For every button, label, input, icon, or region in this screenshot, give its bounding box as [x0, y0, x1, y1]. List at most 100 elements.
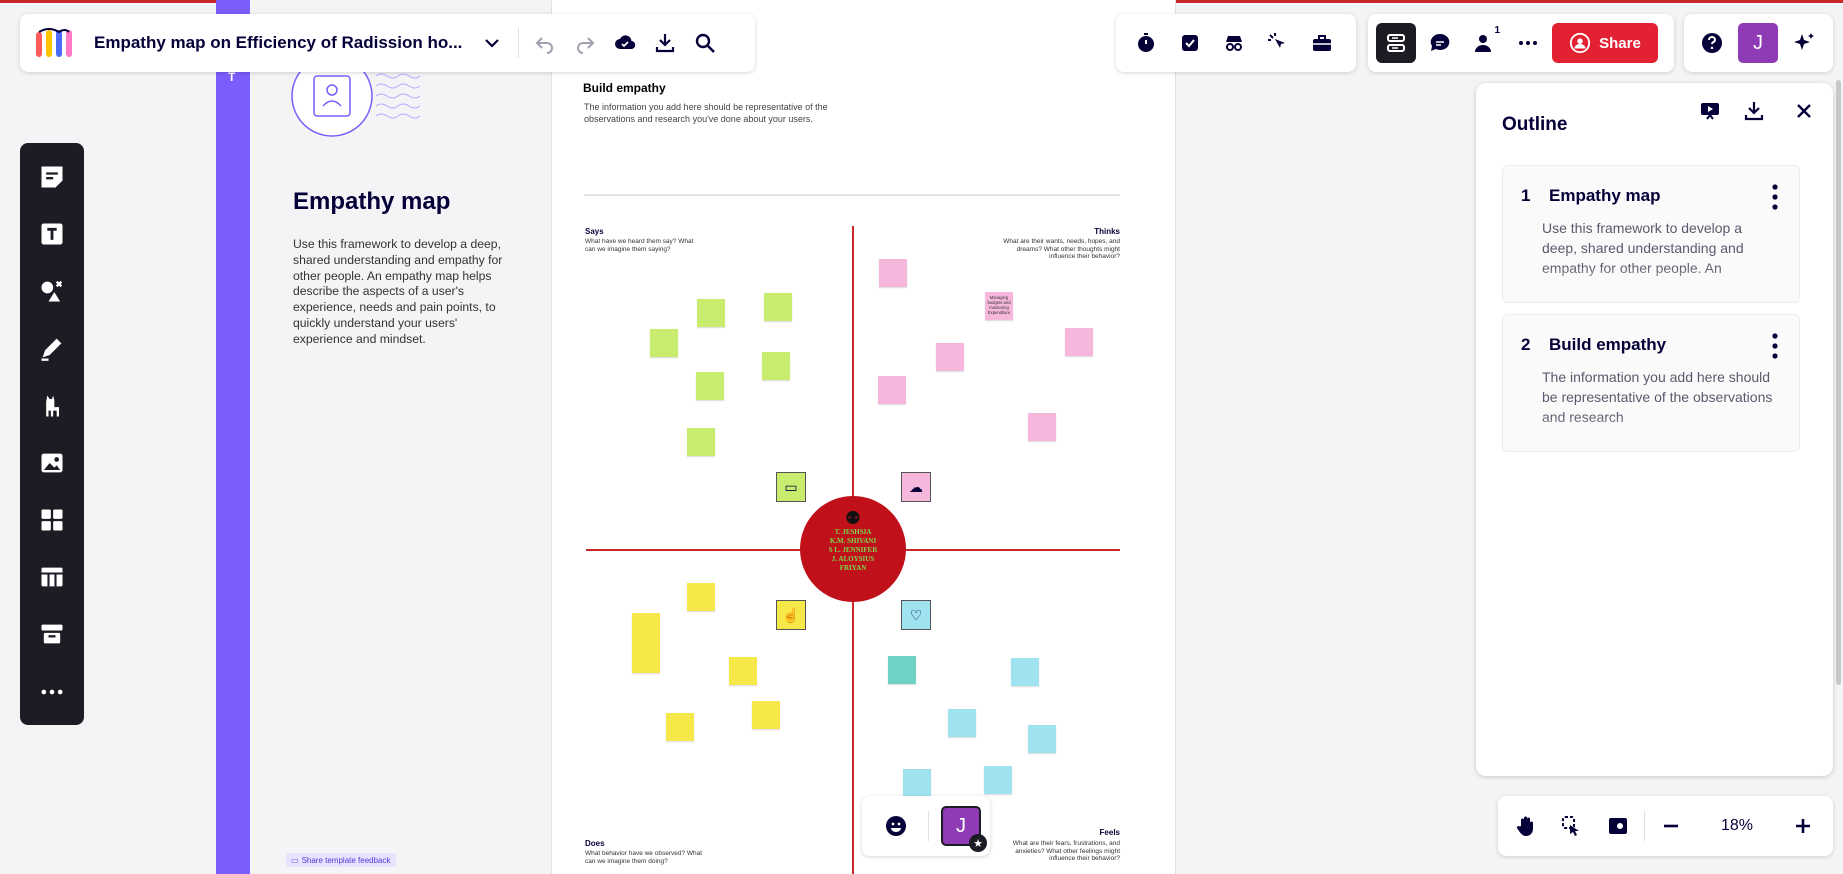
share-label: Share	[1599, 34, 1641, 52]
collaborators-icon[interactable]: 1	[1464, 23, 1504, 63]
outline-panel-icon[interactable]	[1376, 23, 1416, 63]
template-strip-letter: T	[228, 70, 236, 84]
image-upload-icon[interactable]	[28, 439, 76, 487]
board-menu-chevron-icon[interactable]	[472, 23, 512, 63]
ai-sparkle-icon[interactable]	[1784, 23, 1824, 63]
zoom-level[interactable]: 18%	[1697, 817, 1777, 835]
comments-icon[interactable]	[1420, 23, 1460, 63]
item-options-icon[interactable]	[1771, 333, 1779, 359]
more-options-icon[interactable]	[1508, 23, 1548, 63]
table-tool-icon[interactable]	[28, 553, 76, 601]
says-question: What have we heard them say? What can we…	[585, 238, 694, 253]
sticky-note[interactable]	[632, 613, 660, 673]
sticky-note[interactable]	[888, 656, 916, 684]
sticky-note[interactable]	[650, 329, 678, 357]
shapes-tool-icon[interactable]	[28, 267, 76, 315]
attention-cursor-icon[interactable]	[1258, 23, 1298, 63]
thinks-title: Thinks	[1094, 227, 1120, 236]
board-header: Empathy map on Efficiency of Radission h…	[20, 14, 755, 72]
sticky-note[interactable]	[1028, 725, 1056, 753]
zoom-controls: 18%	[1498, 796, 1833, 856]
template-title: Empathy map	[293, 188, 451, 215]
sticky-note[interactable]	[687, 428, 715, 456]
persona-name-4: J. ALOYSIUS	[831, 555, 875, 563]
redo-icon[interactable]	[565, 23, 605, 63]
says-title: Says	[585, 227, 604, 236]
sticky-note[interactable]	[1011, 658, 1039, 686]
sticky-note[interactable]: Managing budgets and monitoring Expendit…	[985, 292, 1013, 320]
fade-overlay	[1503, 415, 1799, 451]
outline-item-2[interactable]: 2 Build empathy The information you add …	[1502, 314, 1800, 452]
share-button[interactable]: Share	[1552, 23, 1658, 63]
zoom-out-icon[interactable]	[1651, 806, 1691, 846]
sticky-note[interactable]	[948, 709, 976, 737]
sticky-note[interactable]	[903, 769, 931, 797]
sticky-note[interactable]	[697, 299, 725, 327]
sticky-note[interactable]	[878, 376, 906, 404]
feedback-label: Share template feedback	[301, 855, 391, 865]
outline-export-icon[interactable]	[1734, 91, 1774, 131]
templates-llama-icon[interactable]	[28, 382, 76, 430]
board-title[interactable]: Empathy map on Efficiency of Radission h…	[94, 33, 464, 53]
sticky-note[interactable]	[752, 701, 780, 729]
search-icon[interactable]	[685, 23, 725, 63]
presentation-mode-icon[interactable]	[1690, 91, 1730, 131]
vertical-scrollbar[interactable]	[1836, 80, 1841, 685]
sticky-note[interactable]	[984, 766, 1012, 794]
feedback-icon: ▭	[291, 855, 299, 865]
cloud-saved-icon[interactable]	[605, 23, 645, 63]
sticky-note[interactable]	[936, 343, 964, 371]
center-persona-circle[interactable]: ⚉ T. JESHSIA K.M. SHIVANI S L. JENNIFER …	[800, 496, 906, 602]
bottom-user-avatar[interactable]: J ★	[941, 806, 987, 852]
voting-icon[interactable]	[1170, 23, 1210, 63]
sticky-note[interactable]	[666, 713, 694, 741]
hand-pan-icon[interactable]	[1506, 806, 1546, 846]
sticky-note[interactable]	[1065, 328, 1093, 356]
template-wave-pattern	[375, 72, 421, 124]
pen-tool-icon[interactable]	[28, 325, 76, 373]
item-options-icon[interactable]	[1771, 184, 1779, 210]
persona-name-5: FRIYAN	[839, 564, 867, 572]
close-icon[interactable]	[1784, 91, 1824, 131]
sticky-note[interactable]	[687, 583, 715, 611]
zoom-in-icon[interactable]	[1783, 806, 1823, 846]
help-icon[interactable]	[1692, 23, 1732, 63]
creation-toolbar	[20, 143, 84, 725]
empathy-map-frame[interactable]: Build empathy The information you add he…	[552, 0, 1176, 874]
frame-tool-icon[interactable]	[28, 611, 76, 659]
touch-select-icon[interactable]	[1552, 806, 1592, 846]
timer-icon[interactable]	[1126, 23, 1166, 63]
star-badge-icon: ★	[969, 834, 987, 852]
sticky-note[interactable]	[764, 293, 792, 321]
share-user-icon	[1570, 32, 1591, 54]
share-template-feedback-button[interactable]: ▭ Share template feedback	[286, 853, 396, 867]
sticky-note[interactable]	[1028, 413, 1056, 441]
export-download-icon[interactable]	[645, 23, 685, 63]
apps-grid-icon[interactable]	[28, 496, 76, 544]
outline-item-number: 2	[1521, 335, 1531, 354]
does-title: Does	[585, 839, 605, 848]
outline-title: Outline	[1502, 114, 1568, 135]
sticky-note[interactable]	[879, 259, 907, 287]
header-divider	[518, 28, 519, 58]
emoji-reaction-icon[interactable]	[876, 806, 916, 846]
sticky-note[interactable]	[762, 352, 790, 380]
fade-overlay	[1503, 266, 1799, 302]
template-panel[interactable]: Empathy map Use this framework to develo…	[250, 0, 552, 874]
toolbox-icon[interactable]	[1302, 23, 1342, 63]
sticky-note[interactable]	[729, 657, 757, 685]
miro-logo[interactable]	[34, 23, 74, 63]
template-accent-strip: T	[216, 0, 250, 874]
outline-item-1[interactable]: 1 Empathy map Use this framework to deve…	[1502, 165, 1800, 303]
sticky-note[interactable]	[696, 372, 724, 400]
undo-icon[interactable]	[525, 23, 565, 63]
user-avatar[interactable]: J	[1738, 23, 1778, 63]
text-tool-icon[interactable]	[28, 210, 76, 258]
persona-group-icon: ⚉	[844, 508, 862, 528]
sticky-note-tool-icon[interactable]	[28, 153, 76, 201]
persona-name-3: S L. JENNIFER	[828, 546, 878, 554]
minimap-icon[interactable]	[1598, 806, 1638, 846]
private-mode-icon[interactable]	[1214, 23, 1254, 63]
outline-item-title: Empathy map	[1549, 186, 1661, 205]
more-tools-icon[interactable]	[28, 668, 76, 716]
